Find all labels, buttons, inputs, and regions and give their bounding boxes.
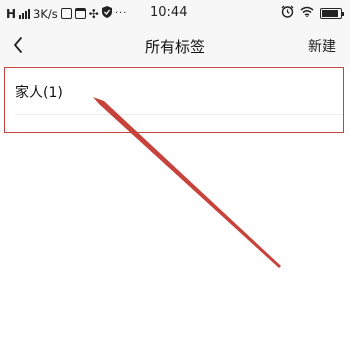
status-bar: H 3K/s ✣ ··· 10:44 <box>0 0 350 26</box>
alarm-clock-icon <box>281 5 294 21</box>
status-right-group <box>281 5 344 21</box>
status-time: 10:44 <box>150 5 188 20</box>
tag-list: 家人(1) <box>4 67 344 133</box>
page-title: 所有标签 <box>144 38 205 56</box>
fan-icon: ✣ <box>88 6 99 21</box>
status-left-group: H 3K/s ✣ ··· <box>6 6 127 21</box>
tag-item-family[interactable]: 家人(1) <box>5 68 343 114</box>
list-divider <box>15 114 343 115</box>
network-speed: 3K/s <box>33 6 58 21</box>
signal-strength-icon <box>19 8 31 19</box>
wifi-icon <box>300 6 314 20</box>
calendar-icon <box>74 8 86 19</box>
navigation-bar: 所有标签 新建 <box>0 26 350 66</box>
battery-level <box>322 9 339 17</box>
tag-label: 家人(1) <box>15 85 63 101</box>
shield-icon <box>101 6 112 21</box>
battery-icon <box>320 7 344 19</box>
more-notifications-icon: ··· <box>114 8 128 19</box>
new-tag-button[interactable]: 新建 <box>308 36 336 56</box>
signal-type: H <box>6 6 17 21</box>
notification-app-icon <box>60 8 72 19</box>
